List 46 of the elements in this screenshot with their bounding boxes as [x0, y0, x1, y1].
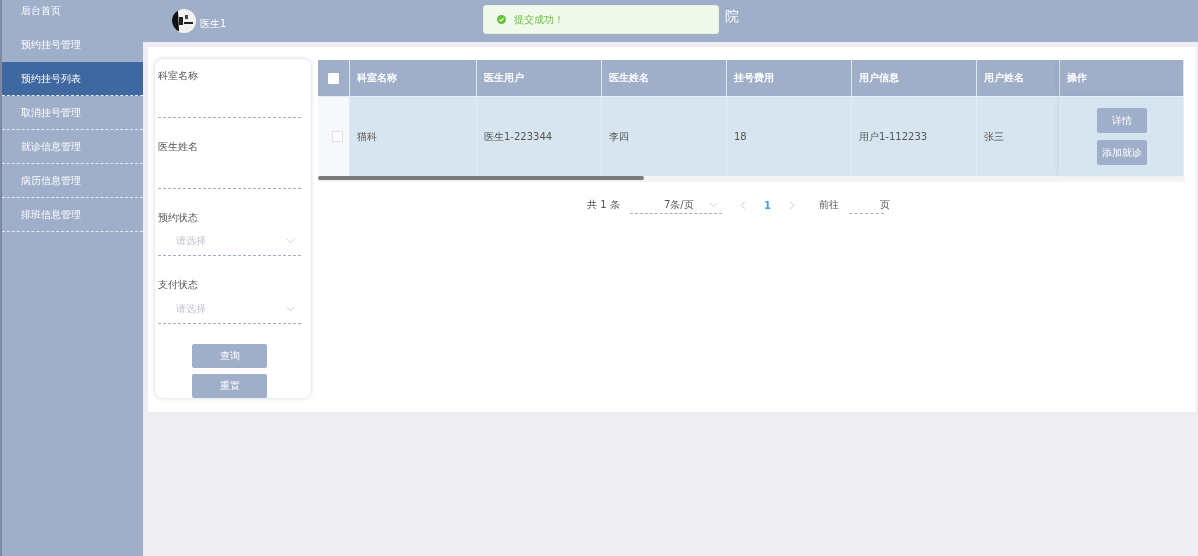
sidebar-item[interactable]: 后台首页	[2, 0, 143, 28]
action-button[interactable]: 添加就诊	[1096, 140, 1147, 165]
user-name: 医生1	[200, 17, 227, 31]
total-count: 共 1 条	[587, 198, 620, 212]
scrollbar[interactable]	[318, 176, 644, 180]
column-header: 科室名称	[350, 60, 477, 96]
goto-label: 前往	[818, 198, 839, 212]
sidebar-item[interactable]: 取消挂号管理	[2, 96, 143, 130]
page-suffix: 页	[879, 198, 890, 212]
table-cell: 18	[727, 96, 852, 176]
filter-label: 支付状态	[158, 278, 199, 293]
column-header: 挂号费用	[727, 60, 852, 96]
avatar-icon[interactable]	[172, 9, 196, 33]
column-header: 用户信息	[852, 60, 977, 96]
column-header: 操作	[1060, 60, 1184, 96]
filter-button[interactable]: 重置	[192, 374, 267, 398]
page-size-select[interactable]: 7条/页	[629, 196, 722, 214]
next-page-icon[interactable]	[788, 200, 795, 210]
sidebar-item[interactable]: 病历信息管理	[2, 164, 143, 198]
page-number[interactable]: 1	[763, 199, 771, 211]
sidebar-item[interactable]: 排班信息管理	[2, 198, 143, 232]
row-checkbox[interactable]	[331, 131, 343, 142]
table-cell: 李四	[602, 96, 727, 176]
site-title: 院	[725, 8, 739, 26]
chevron-down-icon	[708, 201, 718, 208]
check-circle-icon	[497, 15, 506, 24]
chevron-down-icon	[286, 306, 295, 313]
table-cell: 猫科	[350, 96, 477, 176]
sidebar-item[interactable]: 预约挂号列表	[2, 62, 143, 96]
column-header: 医生姓名	[602, 60, 727, 96]
sidebar-item[interactable]: 就诊信息管理	[2, 130, 143, 164]
previous-page-icon[interactable]	[739, 200, 746, 210]
select-all-checkbox[interactable]	[328, 72, 339, 84]
filter-button[interactable]: 查询	[192, 344, 267, 368]
column-header: 医生用户	[477, 60, 602, 96]
table-cell: 用户1-112233	[852, 96, 977, 176]
toast-message: 提交成功！	[514, 12, 564, 27]
action-button[interactable]: 详情	[1096, 108, 1147, 133]
table-cell: 张三	[977, 96, 1060, 176]
column-header: 用户姓名	[977, 60, 1060, 96]
table-cell: 医生1-223344	[477, 96, 602, 176]
filter-label: 科室名称	[158, 69, 199, 83]
filter-label: 医生姓名	[158, 139, 199, 154]
sidebar-item[interactable]: 预约挂号管理	[2, 28, 143, 62]
filter-label: 预约状态	[158, 210, 199, 225]
chevron-down-icon	[286, 238, 295, 245]
